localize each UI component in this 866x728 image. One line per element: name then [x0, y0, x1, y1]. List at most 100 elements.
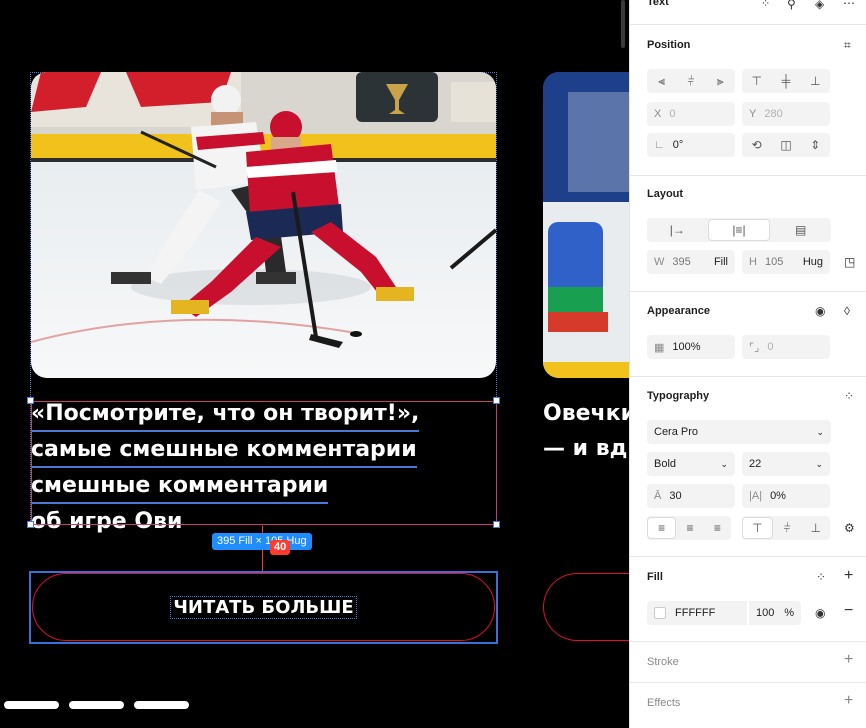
headline-line-4: об игре Ови [31, 509, 183, 534]
vertical-text-align-group: ⊤ ⫩ ⊥ [742, 516, 830, 540]
fill-opacity-value: 100 [756, 607, 775, 619]
chevron-down-icon: ⌄ [816, 426, 824, 437]
typography-title: Typography [647, 390, 710, 402]
headline2-line-2: — и вд [543, 436, 628, 461]
size-badge: 395 Fill × 105 Hug [212, 533, 312, 550]
line-height-value: 30 [669, 490, 682, 502]
eye-icon[interactable]: ◉ [815, 304, 825, 318]
canvas-scrollbar[interactable] [621, 0, 625, 48]
constraints-icon[interactable]: ◳ [844, 255, 855, 269]
radius-field[interactable]: ⌜⌟ 0 [742, 335, 830, 359]
stroke-section: Stroke + [630, 642, 866, 683]
x-field[interactable]: X 0 [647, 102, 735, 126]
vertical-align-group: ⊤ ╪ ⊥ [742, 69, 830, 93]
radius-value: 0 [767, 341, 774, 353]
second-card-photo-illustration [543, 72, 629, 378]
pagination-dot[interactable] [69, 701, 124, 709]
chevron-down-icon[interactable]: ⌄ [815, 459, 823, 470]
align-center-h-icon[interactable]: ⫩ [676, 70, 705, 92]
read-more-button[interactable]: ЧИТАТЬ БОЛЬШЕ [32, 573, 495, 641]
opacity-field[interactable]: ▦ 100% [647, 335, 735, 359]
rotation-icon: ∟ [654, 139, 665, 151]
text-align-group: ≡ ≡ ≡ [647, 516, 731, 540]
link-icon[interactable]: ⚲ [787, 0, 796, 11]
flip-vertical-icon[interactable]: ⇕ [801, 134, 830, 156]
styles-icon[interactable]: ⁘ [844, 389, 854, 403]
add-fill-icon[interactable]: + [844, 568, 853, 584]
width-field[interactable]: W 395 Fill [647, 250, 735, 274]
pagination-dot[interactable] [4, 701, 59, 709]
w-label: W [654, 256, 665, 268]
pagination-dot[interactable] [134, 701, 189, 709]
headline-line-1: «Посмотрите, что он творит!», [31, 397, 420, 432]
more-icon[interactable]: ⋯ [843, 0, 855, 10]
mask-icon[interactable]: ◈ [815, 0, 824, 11]
add-effect-icon[interactable]: + [844, 693, 853, 709]
add-stroke-icon[interactable]: + [844, 652, 853, 668]
height-field[interactable]: H 105 Hug [742, 250, 830, 274]
align-bottom-icon[interactable]: ⊥ [801, 70, 830, 92]
remove-fill-icon[interactable]: − [844, 603, 853, 619]
panel-header: Text ⁘ ⚲ ◈ ⋯ [630, 0, 866, 25]
fill-color-swatch[interactable] [654, 607, 666, 619]
auto-width-icon[interactable]: |≡| [707, 219, 771, 241]
type-settings-icon[interactable]: ⚙ [844, 521, 855, 535]
second-card-headline[interactable]: Овечки — и вд [543, 396, 629, 466]
font-size-field[interactable]: 22 ⌄ [742, 452, 830, 476]
text-align-bottom-icon[interactable]: ⊥ [801, 517, 830, 539]
position-section: Position ⌗ ⫷ ⫩ ⫸ ⊤ ╪ ⊥ X 0 Y 280 ∟ 0° ⟲ … [630, 25, 866, 176]
drop-icon[interactable]: ◊ [844, 304, 850, 318]
eye-icon[interactable]: ◉ [815, 606, 825, 620]
align-top-icon[interactable]: ⊤ [742, 70, 771, 92]
radius-icon: ⌜⌟ [749, 341, 760, 354]
second-card-photo[interactable] [543, 72, 629, 378]
text-align-center-icon[interactable]: ≡ [676, 517, 703, 539]
resize-handle-bottom-left[interactable] [27, 521, 34, 528]
h-mode[interactable]: Hug [803, 256, 823, 268]
transform-group: ⟲ ◫ ⇕ [742, 133, 830, 157]
text-align-middle-icon[interactable]: ⫩ [773, 517, 802, 539]
fill-opacity-field[interactable]: 100 % [749, 601, 801, 625]
font-size-value: 22 [749, 458, 762, 470]
design-canvas[interactable]: «Посмотрите, что он творит!», самые смеш… [0, 0, 629, 728]
align-right-icon[interactable]: ⫸ [706, 70, 735, 92]
fixed-width-icon[interactable]: |→ [647, 219, 708, 241]
font-weight-select[interactable]: Bold ⌄ [647, 452, 735, 476]
resize-handle-bottom-right[interactable] [493, 521, 500, 528]
rotation-field[interactable]: ∟ 0° [647, 133, 735, 157]
auto-height-icon[interactable]: ▤ [770, 219, 831, 241]
text-align-top-icon[interactable]: ⊤ [742, 517, 773, 539]
h-value: 105 [764, 256, 784, 268]
stroke-title: Stroke [647, 656, 679, 668]
align-middle-icon[interactable]: ╪ [771, 70, 800, 92]
letter-spacing-value: 0% [770, 490, 786, 502]
second-card-button[interactable] [543, 573, 629, 641]
frame-select-icon[interactable]: ⌗ [844, 38, 851, 52]
y-label: Y [749, 108, 757, 120]
font-family-value: Cera Pro [654, 426, 699, 438]
resize-handle-top-left[interactable] [27, 397, 34, 404]
carousel-pagination [4, 701, 189, 709]
w-mode[interactable]: Fill [714, 256, 728, 268]
fill-title: Fill [647, 571, 663, 583]
flip-horizontal-icon[interactable]: ◫ [771, 134, 800, 156]
font-family-select[interactable]: Cera Pro ⌄ [647, 420, 831, 444]
hockey-photo-illustration [31, 72, 496, 378]
align-left-icon[interactable]: ⫷ [647, 70, 676, 92]
fill-hex-field[interactable]: FFFFFF [647, 601, 747, 625]
appearance-title: Appearance [647, 305, 710, 317]
component-icon[interactable]: ⁘ [761, 0, 770, 11]
y-field[interactable]: Y 280 [742, 102, 830, 126]
hockey-photo[interactable] [31, 72, 496, 378]
line-height-icon: Ā [654, 490, 662, 502]
letter-spacing-field[interactable]: |A| 0% [742, 484, 830, 508]
rotate-icon[interactable]: ⟲ [742, 134, 771, 156]
x-label: X [654, 108, 662, 120]
rotation-value: 0° [672, 139, 684, 151]
text-align-right-icon[interactable]: ≡ [704, 517, 731, 539]
line-height-field[interactable]: Ā 30 [647, 484, 735, 508]
resize-handle-top-right[interactable] [493, 397, 500, 404]
styles-icon[interactable]: ⁘ [816, 570, 826, 584]
card-headline[interactable]: «Посмотрите, что он творит!», самые смеш… [31, 396, 496, 539]
text-align-left-icon[interactable]: ≡ [647, 517, 677, 539]
